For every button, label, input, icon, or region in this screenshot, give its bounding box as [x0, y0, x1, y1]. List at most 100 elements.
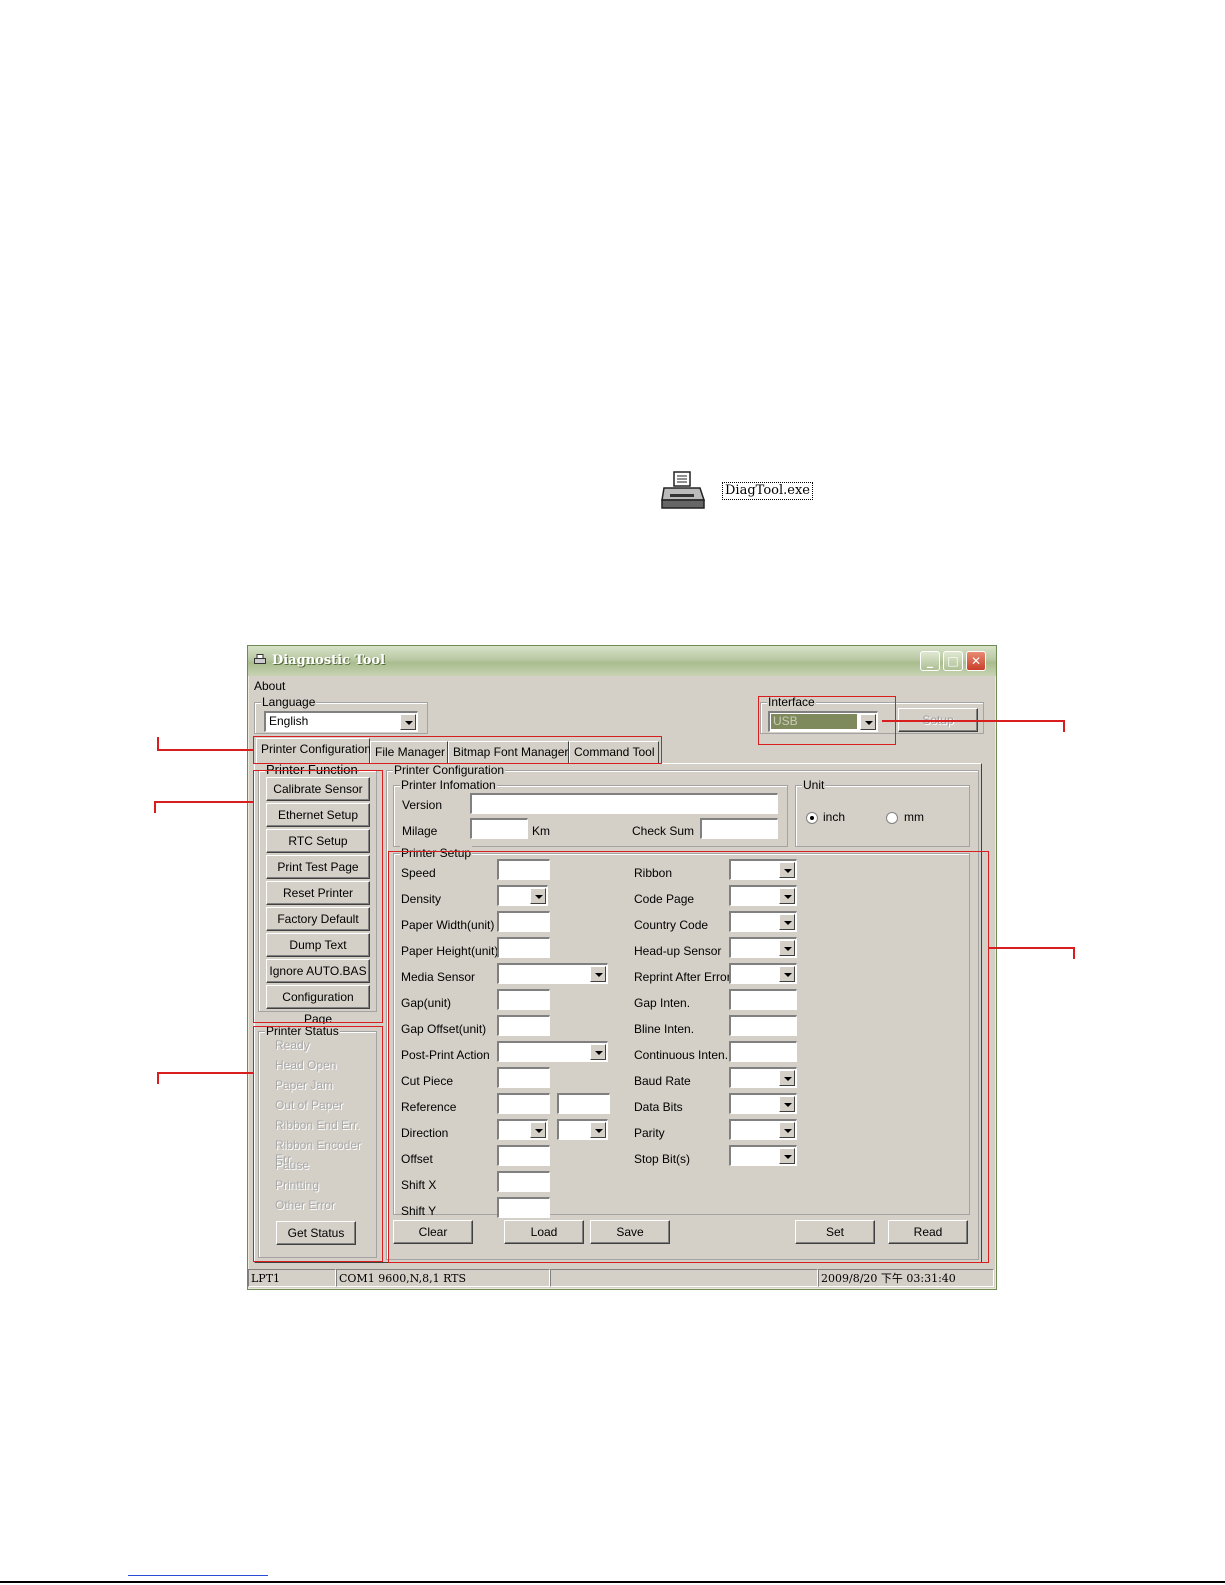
cut-piece-field[interactable]	[497, 1067, 550, 1088]
continuous-inten-field[interactable]	[729, 1041, 797, 1062]
shift-x-label: Shift X	[401, 1178, 437, 1192]
speed-field[interactable]	[497, 859, 550, 880]
chevron-down-icon[interactable]	[779, 1096, 795, 1112]
tab-bitmap-font-manager[interactable]: Bitmap Font Manager	[448, 741, 569, 763]
gap-offset-field[interactable]	[497, 1015, 550, 1036]
offset-field[interactable]	[497, 1145, 550, 1166]
check-sum-field[interactable]	[700, 818, 778, 839]
ignore-auto-bas-button[interactable]: Ignore AUTO.BAS	[266, 959, 370, 983]
bline-inten-field[interactable]	[729, 1015, 797, 1036]
stop-bits-select[interactable]	[729, 1145, 797, 1166]
interface-group-label: Interface	[767, 695, 816, 709]
reprint-after-error-select[interactable]	[729, 963, 797, 984]
ribbon-label: Ribbon	[634, 866, 673, 880]
printer-status-group: Printer Status Ready Head Open Paper Jam…	[258, 1024, 377, 1258]
chevron-down-icon[interactable]	[779, 1148, 795, 1164]
tab-command-tool[interactable]: Command Tool	[569, 741, 659, 763]
reset-printer-button[interactable]: Reset Printer	[266, 881, 370, 905]
tab-printer-configuration[interactable]: Printer Configuration	[256, 738, 371, 763]
rtc-setup-button[interactable]: RTC Setup	[266, 829, 370, 853]
get-status-button[interactable]: Get Status	[276, 1221, 356, 1245]
media-sensor-select[interactable]	[497, 963, 608, 984]
chevron-down-icon[interactable]	[530, 888, 546, 904]
unit-mm-label: mm	[904, 810, 924, 824]
language-group: Language English	[254, 695, 428, 734]
baud-rate-select[interactable]	[729, 1067, 797, 1088]
parity-label: Parity	[634, 1126, 665, 1140]
milage-field[interactable]	[470, 818, 528, 839]
annotation-line-printer-status	[157, 1072, 253, 1074]
configuration-page-button[interactable]: Configuration Page	[266, 985, 370, 1026]
reference-y-field[interactable]	[557, 1093, 610, 1114]
dump-text-button[interactable]: Dump Text	[266, 933, 370, 957]
maximize-button[interactable]: □	[943, 651, 963, 671]
menu-about[interactable]: About	[254, 679, 285, 693]
printer-configuration-group: Printer Configuration Printer Infomation…	[386, 763, 979, 1260]
diagnostic-tool-window: Diagnostic Tool _ □ ✕ About Language Eng…	[247, 645, 997, 1290]
chevron-down-icon[interactable]	[779, 1122, 795, 1138]
chevron-down-icon[interactable]	[590, 1122, 606, 1138]
read-button[interactable]: Read	[888, 1220, 968, 1244]
density-select[interactable]	[497, 885, 548, 906]
status-bar: LPT1 COM1 9600,N,8,1 RTS 2009/8/20 下午 03…	[248, 1269, 994, 1287]
minimize-button[interactable]: _	[920, 651, 940, 671]
chevron-down-icon[interactable]	[779, 940, 795, 956]
gap-field[interactable]	[497, 989, 550, 1010]
chevron-down-icon[interactable]	[779, 966, 795, 982]
set-button[interactable]: Set	[795, 1220, 875, 1244]
mirror-select[interactable]	[557, 1119, 608, 1140]
ethernet-setup-button[interactable]: Ethernet Setup	[266, 803, 370, 827]
country-code-label: Country Code	[634, 918, 709, 932]
milage-label: Milage	[402, 824, 438, 838]
paper-height-field[interactable]	[497, 937, 550, 958]
tab-file-manager[interactable]: File Manager	[370, 741, 448, 763]
country-code-select[interactable]	[729, 911, 797, 932]
chevron-down-icon[interactable]	[779, 1070, 795, 1086]
paper-height-label: Paper Height(unit)	[401, 944, 499, 958]
shift-y-field[interactable]	[497, 1197, 550, 1218]
reference-x-field[interactable]	[497, 1093, 550, 1114]
direction-select[interactable]	[497, 1119, 548, 1140]
load-button[interactable]: Load	[504, 1220, 584, 1244]
interface-select[interactable]: USB	[768, 711, 878, 732]
chevron-down-icon[interactable]	[590, 966, 606, 982]
status-datetime: 2009/8/20 下午 03:31:40	[818, 1269, 994, 1287]
chevron-down-icon[interactable]	[530, 1122, 546, 1138]
chevron-down-icon[interactable]	[779, 862, 795, 878]
version-field[interactable]	[470, 793, 778, 814]
chevron-down-icon[interactable]	[779, 914, 795, 930]
close-button[interactable]: ✕	[966, 651, 986, 671]
language-select[interactable]: English	[264, 711, 418, 732]
parity-select[interactable]	[729, 1119, 797, 1140]
code-page-select[interactable]	[729, 885, 797, 906]
annotation-tick-interface	[1063, 720, 1065, 732]
clear-button[interactable]: Clear	[393, 1220, 473, 1244]
chevron-down-icon[interactable]	[779, 888, 795, 904]
shift-x-field[interactable]	[497, 1171, 550, 1192]
status-port1: LPT1	[248, 1269, 336, 1287]
status-paper-jam: Paper Jam	[275, 1078, 334, 1092]
ribbon-select[interactable]	[729, 859, 797, 880]
chevron-down-icon[interactable]	[860, 714, 876, 730]
calibrate-sensor-button[interactable]: Calibrate Sensor	[266, 777, 370, 801]
print-test-page-button[interactable]: Print Test Page	[266, 855, 370, 879]
title-bar[interactable]: Diagnostic Tool _ □ ✕	[248, 646, 996, 676]
post-print-action-select[interactable]	[497, 1041, 608, 1062]
factory-default-button[interactable]: Factory Default	[266, 907, 370, 931]
chevron-down-icon[interactable]	[400, 714, 416, 730]
gap-label: Gap(unit)	[401, 996, 452, 1010]
unit-mm-radio[interactable]	[886, 812, 898, 824]
unit-inch-radio[interactable]	[806, 812, 818, 824]
printer-configuration-label: Printer Configuration	[393, 763, 506, 777]
gap-inten-field[interactable]	[729, 989, 797, 1010]
printer-icon	[254, 654, 266, 664]
data-bits-select[interactable]	[729, 1093, 797, 1114]
paper-width-field[interactable]	[497, 911, 550, 932]
save-button[interactable]: Save	[590, 1220, 670, 1244]
code-page-label: Code Page	[634, 892, 695, 906]
chevron-down-icon[interactable]	[590, 1044, 606, 1060]
printer-information-group: Printer Infomation Version Milage Km Che…	[393, 778, 788, 847]
km-label: Km	[532, 824, 550, 838]
head-up-sensor-select[interactable]	[729, 937, 797, 958]
diagtool-desktop-icon[interactable]: DiagTool.exe	[660, 470, 830, 516]
